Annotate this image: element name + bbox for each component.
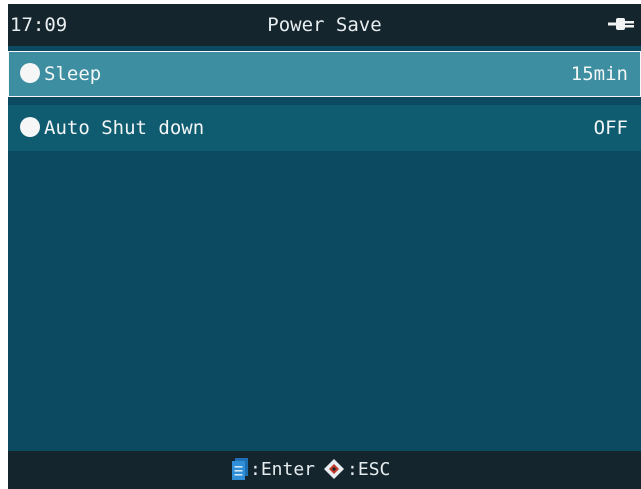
menu-item-label: Sleep <box>44 63 102 85</box>
menu-item-value: OFF <box>593 117 628 139</box>
esc-hint-label: :ESC <box>347 458 391 480</box>
menu-item-auto-shut-down[interactable]: Auto Shut down OFF <box>8 105 641 151</box>
footer-hint-bar: :Enter :ESC <box>8 451 641 489</box>
power-save-screen: 17:09 Power Save Sleep 15min Auto Shut d… <box>8 4 641 489</box>
diamond-icon <box>324 459 345 479</box>
page-title: Power Save <box>267 14 382 36</box>
plug-icon <box>608 18 634 30</box>
menu-item-label: Auto Shut down <box>44 117 205 139</box>
menu-item-value: 15min <box>570 63 628 85</box>
enter-hint-label: :Enter <box>250 458 316 480</box>
status-bar: 17:09 Power Save <box>8 4 641 46</box>
document-icon <box>232 458 248 480</box>
menu-item-sleep[interactable]: Sleep 15min <box>8 51 641 97</box>
radio-icon <box>20 117 40 137</box>
radio-icon <box>20 63 40 83</box>
